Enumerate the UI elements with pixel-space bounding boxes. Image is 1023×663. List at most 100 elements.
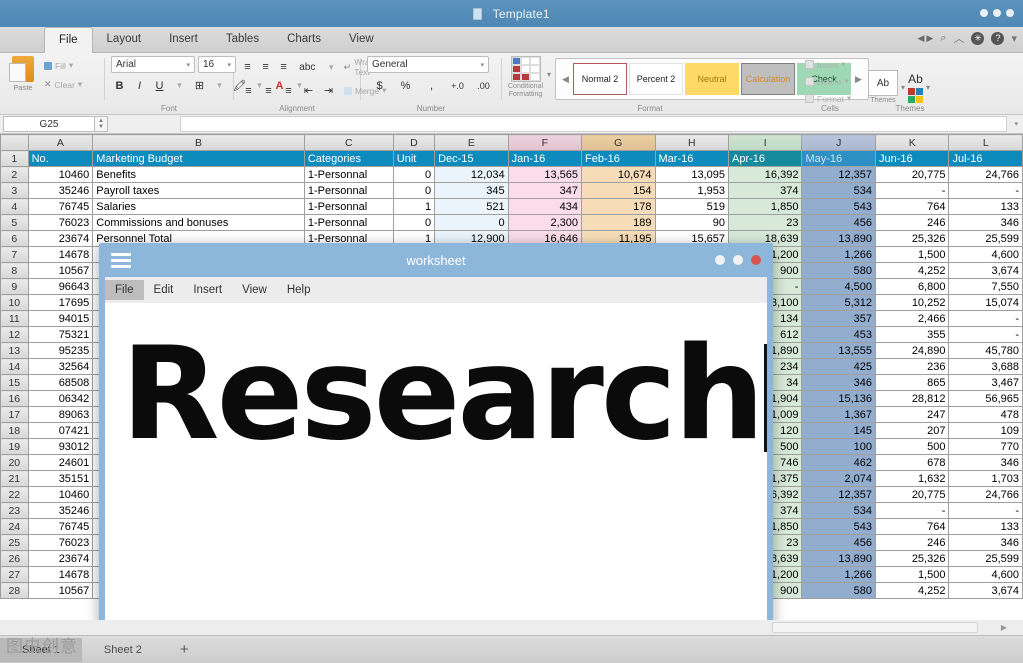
row-header-27[interactable]: 27	[0, 566, 29, 583]
cell-K14[interactable]: 236	[875, 358, 950, 375]
cell-L9[interactable]: 7,550	[948, 278, 1023, 295]
currency-format-button[interactable]: $	[371, 77, 388, 94]
name-box[interactable]: G25	[3, 116, 95, 132]
cell-A16[interactable]: 06342	[27, 390, 94, 407]
cell-C2[interactable]: 1-Personnal	[303, 166, 394, 183]
cell-C1[interactable]: Categories	[303, 150, 394, 167]
row-header-23[interactable]: 23	[0, 502, 29, 519]
cell-K23[interactable]: -	[875, 502, 950, 519]
cell-K22[interactable]: 20,775	[875, 486, 950, 503]
cell-L27[interactable]: 4,600	[948, 566, 1023, 583]
conditional-formatting-button[interactable]: Conditional Formatting	[508, 56, 543, 99]
cell-D1[interactable]: Unit	[392, 150, 436, 167]
style-normal-2[interactable]: Normal 2	[572, 63, 627, 95]
cell-A13[interactable]: 95235	[27, 342, 94, 359]
cell-L1[interactable]: Jul-16	[948, 150, 1023, 167]
cell-B3[interactable]: Payroll taxes	[92, 182, 305, 199]
italic-button[interactable]: I	[131, 77, 148, 94]
row-header-9[interactable]: 9	[0, 278, 29, 295]
cell-J28[interactable]: 580	[801, 582, 877, 599]
cell-L5[interactable]: 346	[948, 214, 1023, 231]
cell-L18[interactable]: 109	[948, 422, 1023, 439]
style-calculation[interactable]: Calculation	[740, 63, 795, 95]
increase-decimal-button[interactable]: +.0	[449, 77, 466, 94]
cell-L28[interactable]: 3,674	[948, 582, 1023, 599]
gallery-prev-icon[interactable]: ◀	[559, 74, 572, 85]
cell-K7[interactable]: 1,500	[875, 246, 950, 263]
style-percent-2[interactable]: Percent 2	[628, 63, 683, 95]
cell-L16[interactable]: 56,965	[948, 390, 1023, 407]
cell-K18[interactable]: 207	[875, 422, 950, 439]
cell-G1[interactable]: Feb-16	[581, 150, 656, 167]
close-button[interactable]	[1006, 9, 1014, 17]
cell-H2[interactable]: 13,095	[654, 166, 730, 183]
cell-L4[interactable]: 133	[948, 198, 1023, 215]
add-sheet-button[interactable]: +	[164, 641, 205, 658]
chevron-down-icon[interactable]: ▾	[1011, 32, 1017, 45]
align-center-icon[interactable]: ≡	[260, 82, 277, 99]
col-header-g[interactable]: G	[581, 134, 656, 151]
cell-J12[interactable]: 453	[801, 326, 877, 343]
decrease-decimal-button[interactable]: .00	[475, 77, 492, 94]
cell-J9[interactable]: 4,500	[801, 278, 877, 295]
cell-J17[interactable]: 1,367	[801, 406, 877, 423]
cell-K15[interactable]: 865	[875, 374, 950, 391]
overlay-menu-help[interactable]: Help	[277, 280, 321, 300]
cell-A26[interactable]: 23674	[27, 550, 94, 567]
cell-K24[interactable]: 764	[875, 518, 950, 535]
prev-arrow-icon[interactable]: ◀	[917, 33, 924, 44]
cell-K12[interactable]: 355	[875, 326, 950, 343]
cell-L20[interactable]: 346	[948, 454, 1023, 471]
cell-L23[interactable]: -	[948, 502, 1023, 519]
align-right-icon[interactable]: ≡	[280, 82, 297, 99]
cell-J4[interactable]: 543	[801, 198, 877, 215]
row-header-5[interactable]: 5	[0, 214, 29, 231]
cell-L25[interactable]: 346	[948, 534, 1023, 551]
cell-E5[interactable]: 0	[434, 214, 509, 231]
cell-D4[interactable]: 1	[392, 198, 436, 215]
align-bottom-icon[interactable]: ≡	[276, 59, 291, 76]
row-header-28[interactable]: 28	[0, 582, 29, 599]
row-header-12[interactable]: 12	[0, 326, 29, 343]
cell-H4[interactable]: 519	[654, 198, 730, 215]
cell-D3[interactable]: 0	[392, 182, 436, 199]
row-header-8[interactable]: 8	[0, 262, 29, 279]
font-family-select[interactable]: Arial ▾	[111, 56, 195, 73]
align-middle-icon[interactable]: ≡	[258, 59, 273, 76]
fill-button[interactable]: Fill ▾	[44, 59, 82, 72]
cell-D5[interactable]: 0	[392, 214, 436, 231]
cell-G4[interactable]: 178	[581, 198, 656, 215]
cell-K1[interactable]: Jun-16	[875, 150, 950, 167]
table-row[interactable]: 5 76023 Commissions and bonuses 1-Personnal…	[0, 214, 1023, 231]
cell-L12[interactable]: -	[948, 326, 1023, 343]
cell-A14[interactable]: 32564	[27, 358, 94, 375]
number-format-select[interactable]: General ▾	[367, 56, 489, 73]
maximize-button[interactable]	[993, 9, 1001, 17]
col-header-b[interactable]: B	[92, 134, 305, 151]
cell-A1[interactable]: No.	[27, 150, 94, 167]
cell-J3[interactable]: 534	[801, 182, 877, 199]
row-header-15[interactable]: 15	[0, 374, 29, 391]
cell-A23[interactable]: 35246	[27, 502, 94, 519]
col-header-j[interactable]: J	[801, 134, 877, 151]
cell-A8[interactable]: 10567	[27, 262, 94, 279]
tab-charts[interactable]: Charts	[273, 27, 335, 52]
col-header-f[interactable]: F	[507, 134, 583, 151]
formula-expand-icon[interactable]: ▾	[1014, 120, 1018, 128]
cell-E4[interactable]: 521	[434, 198, 509, 215]
cell-A10[interactable]: 17695	[27, 294, 94, 311]
cell-A4[interactable]: 76745	[27, 198, 94, 215]
cell-A5[interactable]: 76023	[27, 214, 94, 231]
cell-F3[interactable]: 347	[507, 182, 583, 199]
cell-L22[interactable]: 24,766	[948, 486, 1023, 503]
overlay-menu-edit[interactable]: Edit	[144, 280, 184, 300]
cell-A22[interactable]: 10460	[27, 486, 94, 503]
style-neutral[interactable]: Neutral	[684, 63, 739, 95]
cell-L11[interactable]: -	[948, 310, 1023, 327]
tab-layout[interactable]: Layout	[93, 27, 156, 52]
cell-C5[interactable]: 1-Personnal	[303, 214, 394, 231]
cell-J27[interactable]: 1,266	[801, 566, 877, 583]
table-row[interactable]: 3 35246 Payroll taxes 1-Personnal 0 345 347 154…	[0, 182, 1023, 199]
cell-B5[interactable]: Commissions and bonuses	[92, 214, 305, 231]
cell-J14[interactable]: 425	[801, 358, 877, 375]
